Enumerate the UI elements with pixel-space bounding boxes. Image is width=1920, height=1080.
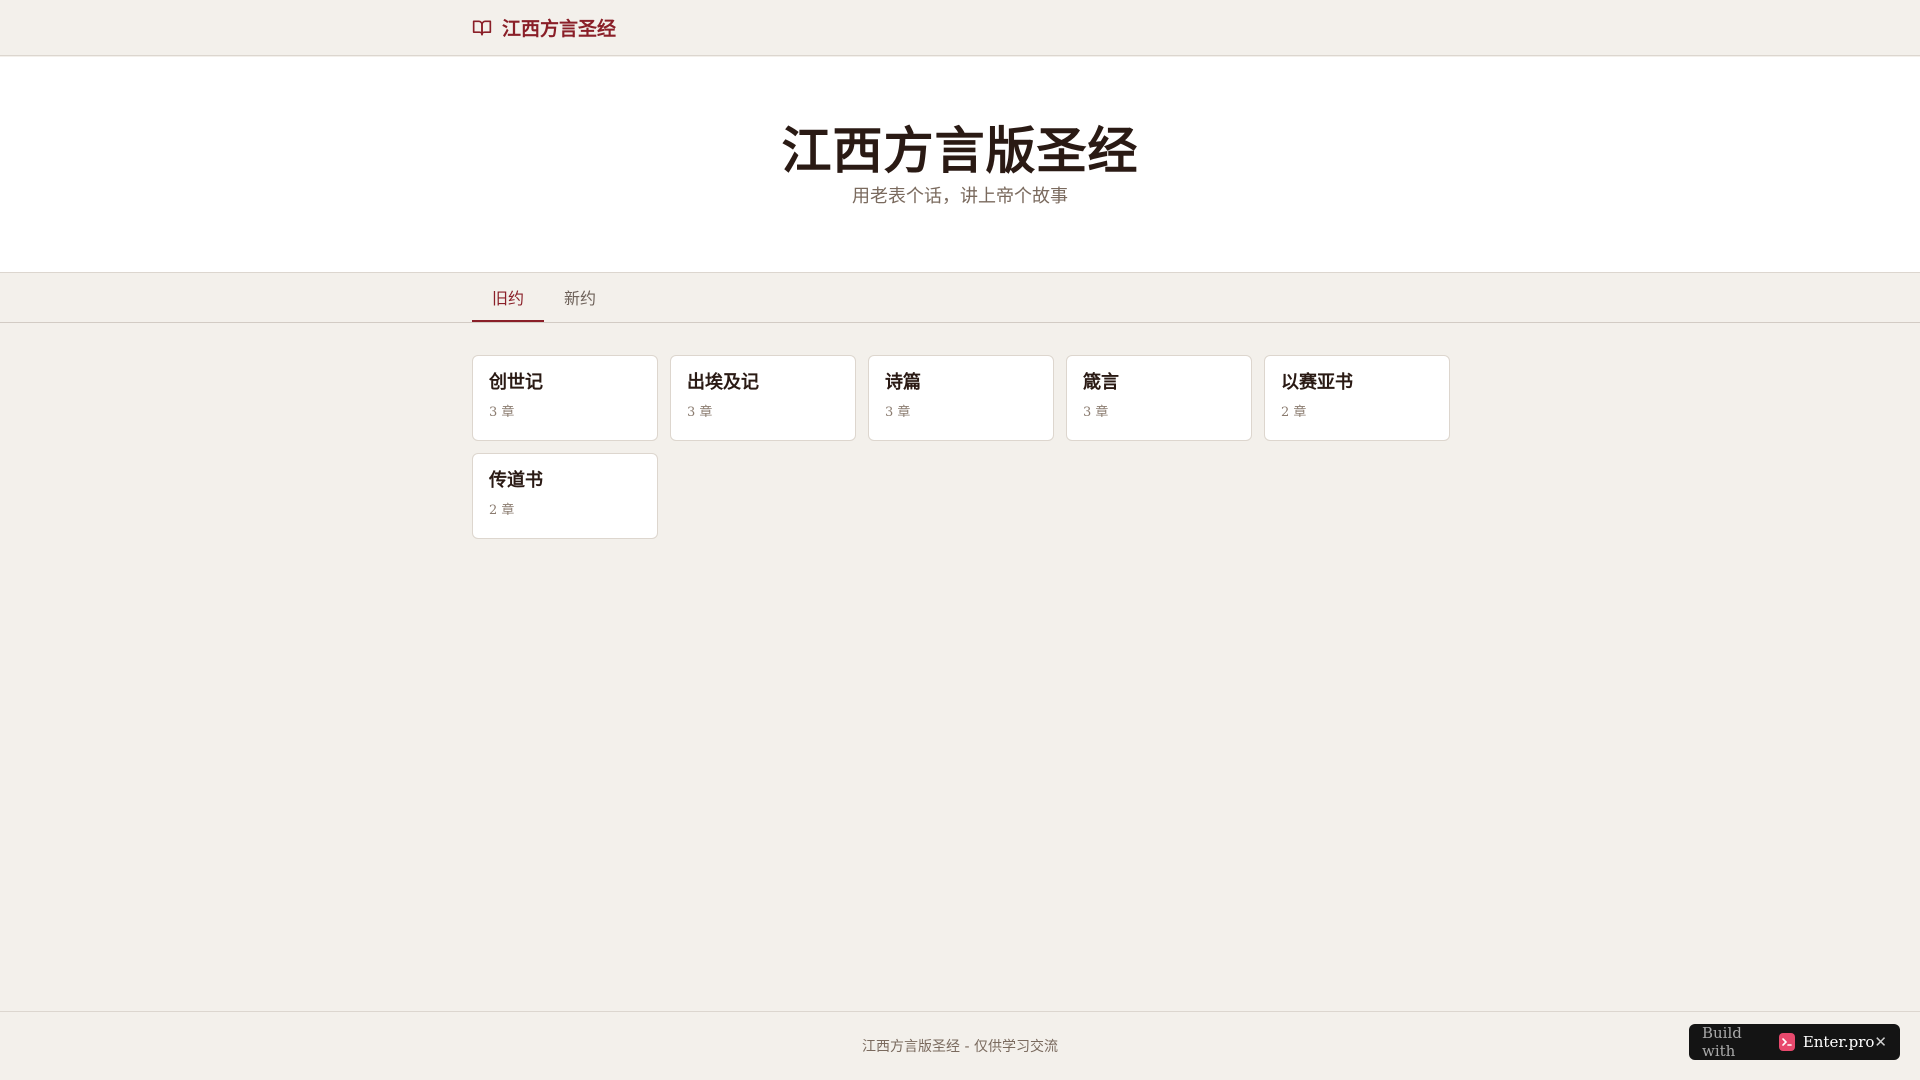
book-open-icon bbox=[472, 18, 492, 38]
chapter-count: 2 章 bbox=[489, 503, 515, 518]
chapter-count: 3 章 bbox=[1083, 405, 1109, 420]
footer: 江西方言版圣经 - 仅供学习交流 bbox=[0, 1011, 1920, 1080]
chapter-count: 2 章 bbox=[1281, 405, 1307, 420]
book-title: 传道书 bbox=[489, 470, 543, 491]
testament-tabs: 旧约 新约 bbox=[0, 273, 1920, 323]
top-nav: 江西方言圣经 bbox=[0, 0, 1920, 56]
enter-logo-icon bbox=[1778, 1033, 1795, 1051]
brand-link[interactable]: 江西方言圣经 bbox=[472, 14, 616, 41]
tab-new-testament[interactable]: 新约 bbox=[544, 273, 616, 322]
close-icon[interactable]: ✕ bbox=[1874, 1033, 1887, 1051]
book-card-isaiah[interactable]: 以赛亚书 2 章 bbox=[1264, 355, 1450, 441]
page: 江西方言圣经 江西方言版圣经 用老表个话，讲上帝个故事 旧约 新约 创世记 3 … bbox=[0, 0, 1920, 1080]
book-card-exodus[interactable]: 出埃及记 3 章 bbox=[670, 355, 856, 441]
book-card-genesis[interactable]: 创世记 3 章 bbox=[472, 355, 658, 441]
book-title: 诗篇 bbox=[885, 372, 921, 393]
hero: 江西方言版圣经 用老表个话，讲上帝个故事 bbox=[0, 57, 1920, 273]
brand-label: 江西方言圣经 bbox=[502, 18, 617, 40]
chapter-count: 3 章 bbox=[489, 405, 515, 420]
book-grid: 创世记 3 章 出埃及记 3 章 诗篇 3 章 箴言 3 章 以赛亚书 2 章 … bbox=[472, 355, 1450, 539]
book-card-ecclesiastes[interactable]: 传道书 2 章 bbox=[472, 453, 658, 539]
tab-old-testament[interactable]: 旧约 bbox=[472, 273, 545, 322]
book-title: 创世记 bbox=[489, 372, 543, 393]
chapter-count: 3 章 bbox=[687, 405, 713, 420]
tab-label: 旧约 bbox=[492, 288, 525, 308]
tab-label: 新约 bbox=[564, 288, 597, 308]
book-title: 出埃及记 bbox=[687, 372, 759, 393]
page-title: 江西方言版圣经 bbox=[781, 121, 1139, 180]
book-title: 以赛亚书 bbox=[1281, 372, 1353, 393]
book-card-proverbs[interactable]: 箴言 3 章 bbox=[1066, 355, 1252, 441]
book-card-psalms[interactable]: 诗篇 3 章 bbox=[868, 355, 1054, 441]
build-with-badge[interactable]: Build with Enter.pro ✕ bbox=[1689, 1024, 1900, 1060]
badge-brand: Enter.pro bbox=[1802, 1033, 1875, 1051]
chapter-count: 3 章 bbox=[885, 405, 911, 420]
badge-prefix: Build with bbox=[1702, 1024, 1742, 1060]
footer-text: 江西方言版圣经 - 仅供学习交流 bbox=[862, 1039, 1058, 1055]
page-subtitle: 用老表个话，讲上帝个故事 bbox=[852, 186, 1068, 207]
book-title: 箴言 bbox=[1083, 372, 1119, 393]
